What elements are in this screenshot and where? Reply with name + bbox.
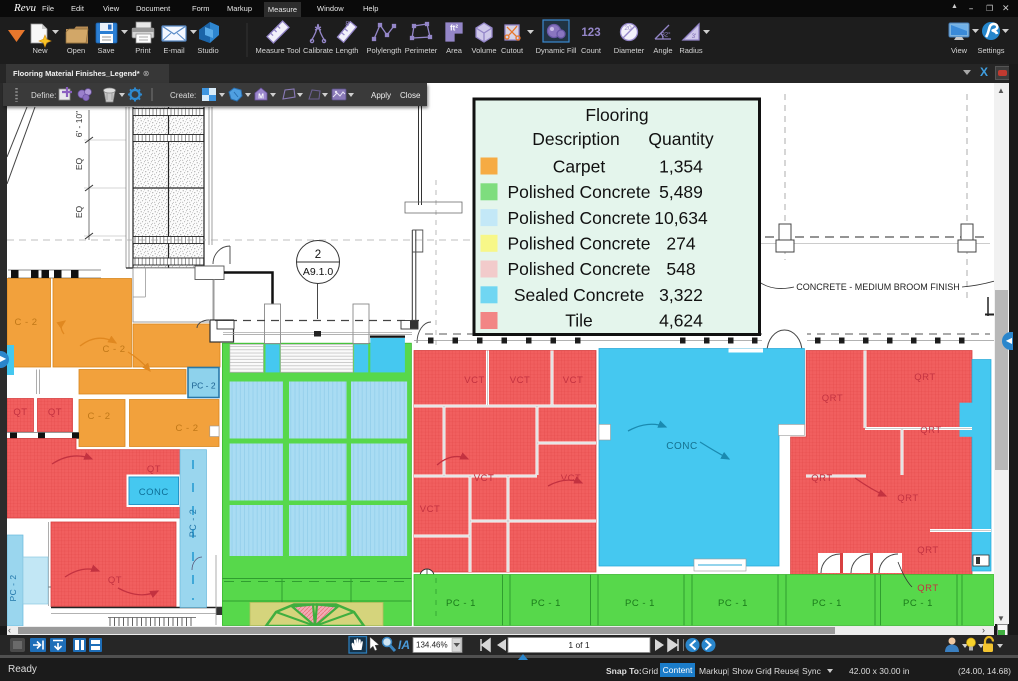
svg-text:VCT: VCT [464,375,485,386]
svg-text:CONC: CONC [139,487,169,498]
svg-text:EQ: EQ [74,157,84,170]
svg-text:C - 2: C - 2 [14,317,37,328]
svg-text:2: 2 [315,249,321,261]
svg-text:Polished Concrete: Polished Concrete [508,234,651,254]
svg-text:QT: QT [13,407,27,418]
svg-text:Flooring: Flooring [585,105,648,125]
svg-text:123: 123 [581,27,600,39]
svg-text:Print: Print [135,46,151,55]
svg-text:Count: Count [581,46,602,55]
svg-text:View: View [951,46,968,55]
svg-text:5,489: 5,489 [659,182,703,202]
svg-text:548: 548 [666,259,695,279]
svg-text:QRT: QRT [822,393,843,404]
svg-text:C - 2: C - 2 [175,423,198,434]
svg-text:E-mail: E-mail [163,46,185,55]
svg-text:PC - 2: PC - 2 [188,509,198,538]
svg-text:QRT: QRT [920,425,941,436]
svg-text:IA: IA [398,638,410,652]
svg-text:Measure Tool: Measure Tool [256,46,301,55]
svg-text:PC - 2: PC - 2 [8,574,18,601]
svg-text:Settings: Settings [977,46,1004,55]
svg-text:3,322: 3,322 [659,285,703,305]
svg-text:Length: Length [336,46,359,55]
svg-text:Sealed Concrete: Sealed Concrete [514,285,644,305]
svg-text:C - 2: C - 2 [87,411,110,422]
svg-text:Close: Close [400,91,421,100]
svg-text:Define:: Define: [31,91,56,100]
svg-text:Create:: Create: [170,91,196,100]
svg-text:PC - 2: PC - 2 [191,381,215,391]
svg-text:10,634: 10,634 [654,208,708,228]
svg-text:Volume: Volume [471,46,496,55]
svg-text:Polylength: Polylength [366,46,401,55]
svg-text:32°: 32° [661,33,671,39]
svg-text:CONC: CONC [666,441,697,452]
svg-text:274: 274 [666,234,695,254]
svg-text:VCT: VCT [510,375,531,386]
svg-text:M: M [258,94,264,101]
svg-text:QRT: QRT [914,372,935,383]
svg-text:QT: QT [48,407,62,418]
svg-text:C - 2: C - 2 [102,344,125,355]
svg-text:Cutout: Cutout [501,46,524,55]
svg-text:PC - 1: PC - 1 [718,598,748,609]
svg-text:QRT: QRT [897,493,918,504]
svg-text:QRT: QRT [917,545,938,556]
svg-text:ft²: ft² [450,24,458,33]
svg-text:Polished Concrete: Polished Concrete [508,208,651,228]
svg-text:6' - 10": 6' - 10" [74,111,84,137]
svg-text:Quantity: Quantity [648,129,713,149]
svg-text:1 of 1: 1 of 1 [568,640,590,650]
svg-text:Apply: Apply [371,91,391,100]
svg-text:Radius: Radius [679,46,703,55]
svg-text:Dynamic Fill: Dynamic Fill [536,46,577,55]
svg-text:Tile: Tile [565,311,593,331]
svg-text:PC - 1: PC - 1 [531,598,561,609]
svg-text:Description: Description [532,129,620,149]
svg-text:Carpet: Carpet [553,156,606,176]
svg-text:VCT: VCT [563,375,584,386]
svg-text:CONCRETE - MEDIUM BROOM FINISH: CONCRETE - MEDIUM BROOM FINISH [796,282,960,292]
svg-text:134.46%: 134.46% [416,641,448,650]
svg-text:Calibrate: Calibrate [303,46,333,55]
svg-text:VCT: VCT [474,473,495,484]
svg-text:VCT: VCT [561,473,582,484]
svg-text:Area: Area [446,46,463,55]
svg-text:Polished Concrete: Polished Concrete [508,182,651,202]
svg-text:QRT: QRT [811,473,832,484]
svg-text:20: 20 [624,25,632,32]
svg-text:Polished Concrete: Polished Concrete [508,259,651,279]
svg-text:PC - 1: PC - 1 [625,598,655,609]
svg-text:Save: Save [97,46,114,55]
svg-text:PC - 1: PC - 1 [903,598,933,609]
svg-text:Angle: Angle [653,46,672,55]
svg-text:EQ: EQ [74,205,84,218]
svg-text:Open: Open [67,46,85,55]
svg-text:VCT: VCT [420,504,441,515]
svg-text:QT: QT [108,575,122,586]
svg-text:Diameter: Diameter [614,46,645,55]
svg-text:3': 3' [692,34,696,40]
svg-text:4,624: 4,624 [659,311,703,331]
svg-text:A9.1.0: A9.1.0 [303,266,334,278]
svg-text:QT: QT [147,464,161,475]
svg-text:8': 8' [345,21,350,28]
svg-text:PC - 1: PC - 1 [446,598,476,609]
svg-text:QRT: QRT [917,583,938,594]
svg-text:New: New [32,46,48,55]
svg-text:PC - 1: PC - 1 [812,598,842,609]
svg-text:Perimeter: Perimeter [405,46,438,55]
svg-text:Studio: Studio [197,46,218,55]
svg-text:1,354: 1,354 [659,156,703,176]
